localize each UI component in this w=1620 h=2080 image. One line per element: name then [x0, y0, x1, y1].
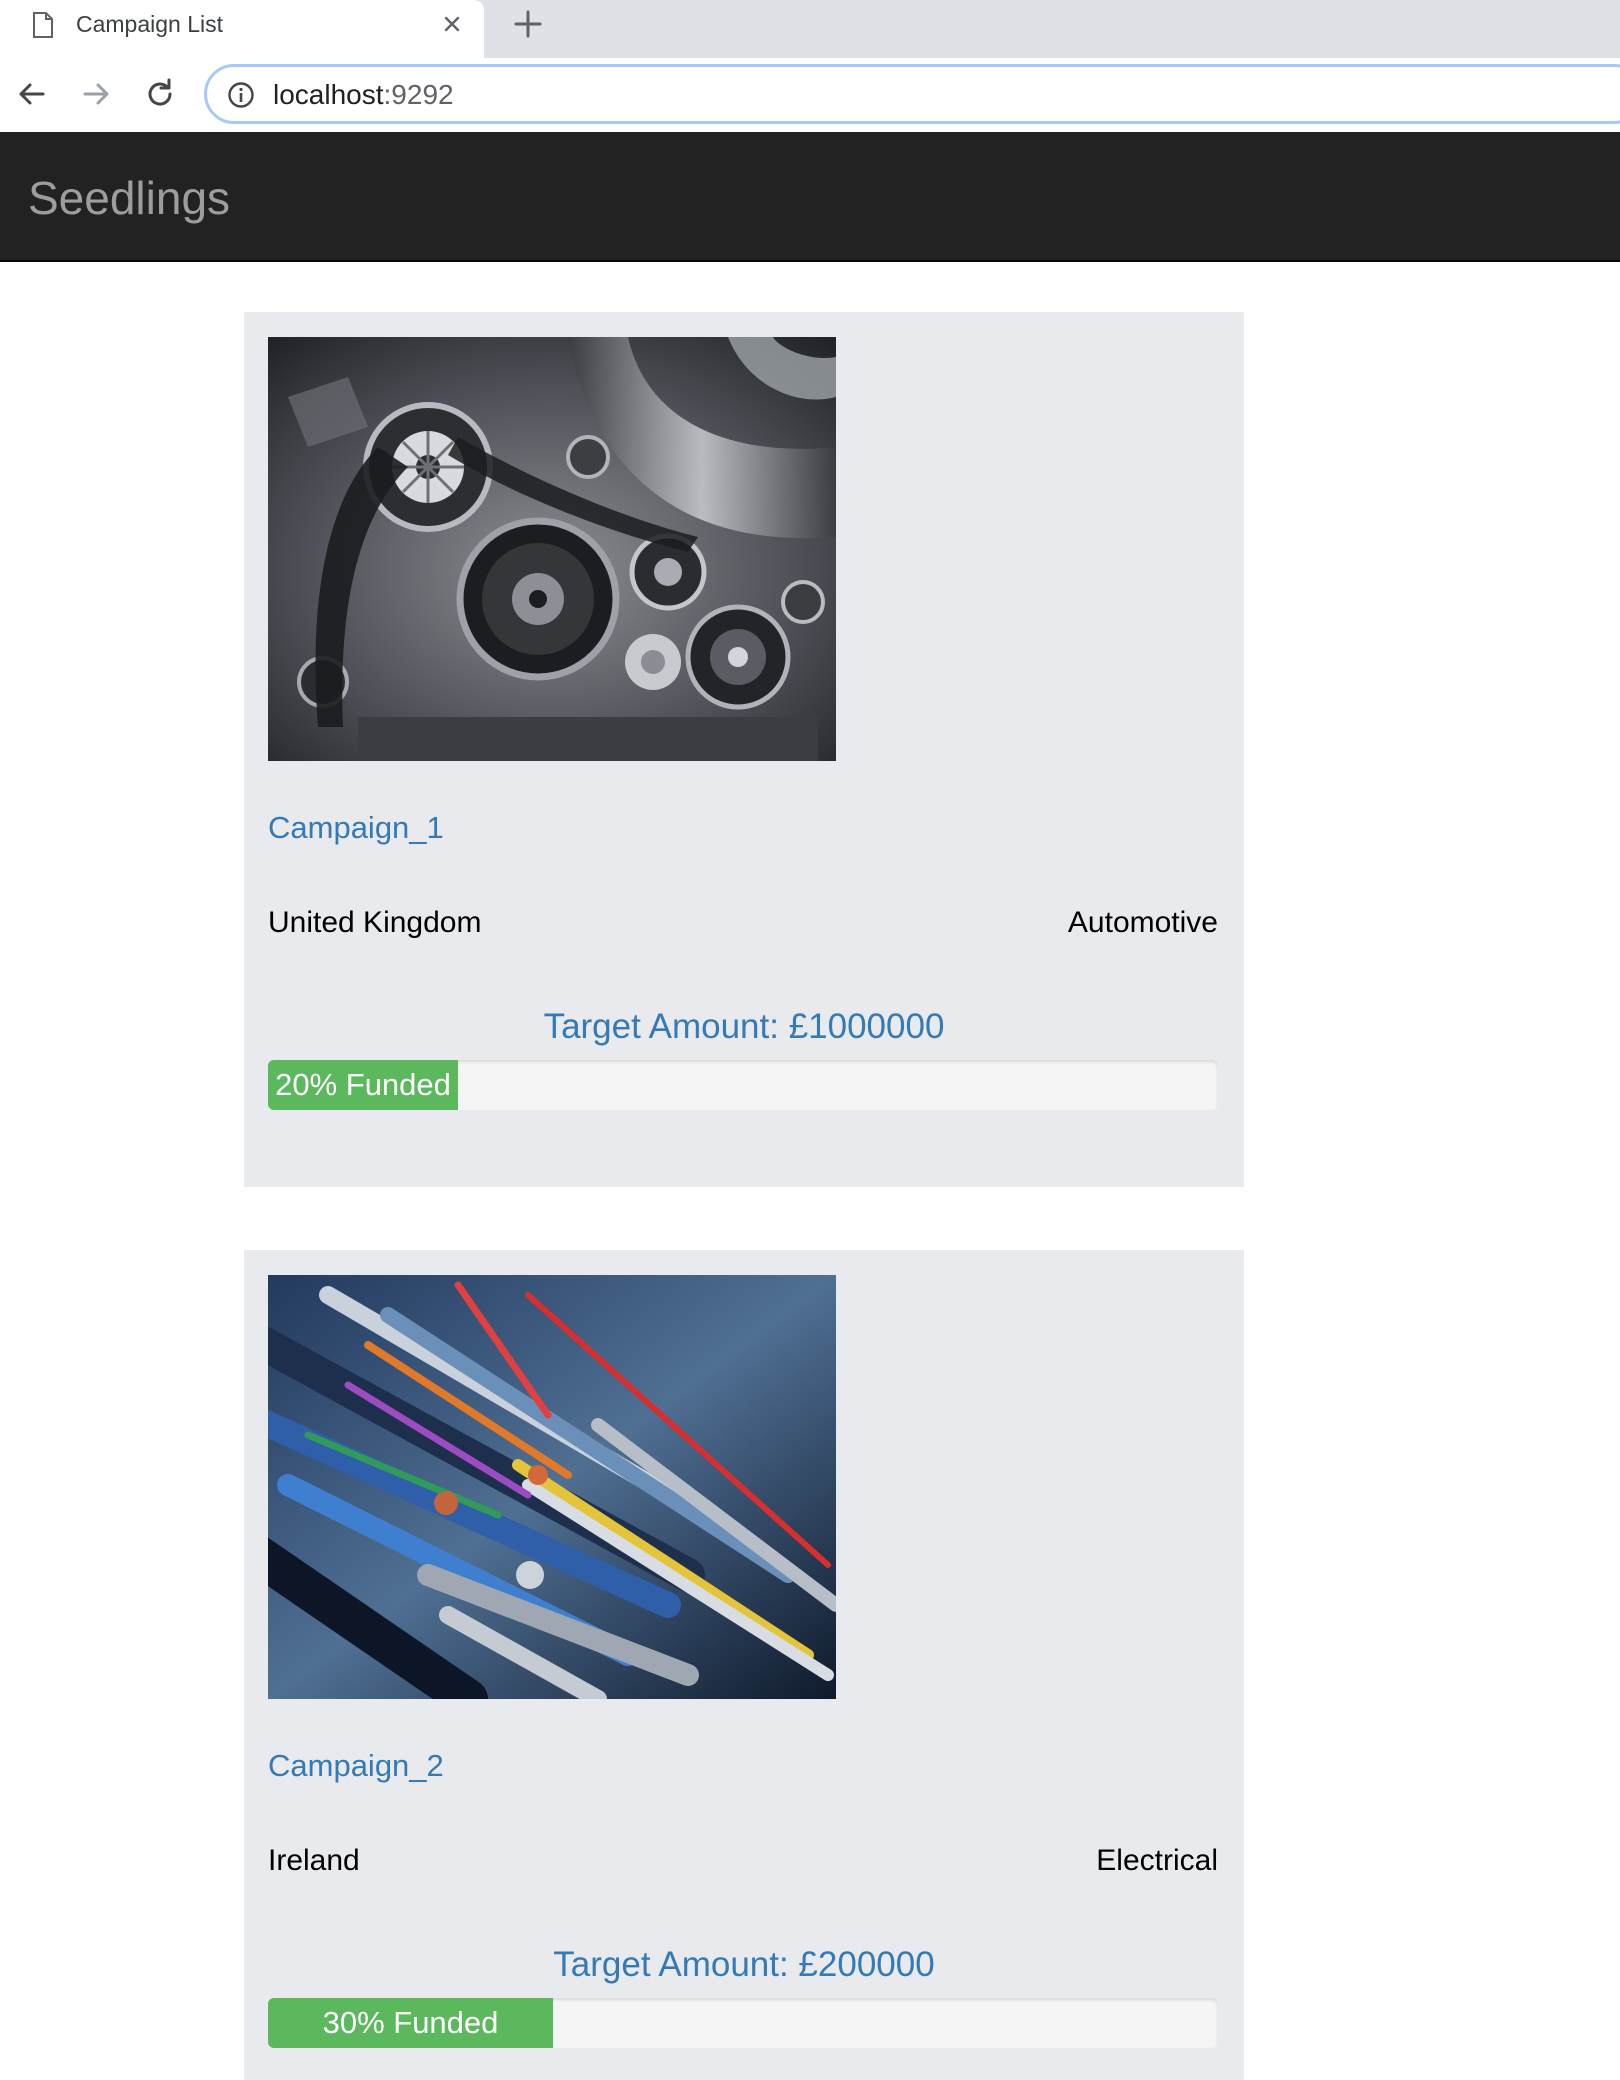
back-arrow-icon[interactable]	[12, 74, 52, 114]
campaign-category: Automotive	[1067, 906, 1218, 939]
target-amount: Target Amount: £1000000	[543, 1007, 945, 1046]
url-text: localhost:9292	[273, 79, 454, 111]
campaign-card: Campaign_1 United Kingdom Automotive Tar…	[244, 312, 1244, 1187]
funding-progress-bar: 30% Funded	[268, 1998, 553, 2048]
reload-icon[interactable]	[140, 74, 180, 114]
browser-toolbar: localhost:9292	[0, 58, 1620, 132]
funding-progress: 30% Funded	[268, 1998, 1218, 2048]
campaign-name-link[interactable]: Campaign_1	[268, 810, 444, 846]
brand-link[interactable]: Seedlings	[28, 172, 230, 224]
funding-progress-bar: 20% Funded	[268, 1060, 458, 1110]
app-navbar: Seedlings	[0, 132, 1620, 262]
cables-image	[268, 1275, 836, 1699]
engine-image	[268, 337, 836, 761]
new-tab-icon[interactable]	[510, 6, 546, 42]
forward-arrow-icon[interactable]	[76, 74, 116, 114]
campaign-category: Electrical	[1096, 1844, 1218, 1877]
browser-tab-strip: Campaign List	[0, 0, 1620, 58]
browser-tab-campaign-list[interactable]: Campaign List	[0, 0, 484, 58]
funding-progress: 20% Funded	[268, 1060, 1218, 1110]
campaign-name-link[interactable]: Campaign_2	[268, 1748, 444, 1784]
page-icon	[32, 12, 54, 38]
target-amount: Target Amount: £200000	[553, 1945, 935, 1984]
campaign-card: Campaign_2 Ireland Electrical Target Amo…	[244, 1250, 1244, 2080]
tab-title: Campaign List	[76, 11, 224, 37]
url-host: localhost	[273, 79, 384, 110]
campaign-country: Ireland	[268, 1844, 360, 1877]
url-port: :9292	[383, 79, 454, 110]
address-bar[interactable]: localhost:9292	[204, 64, 1620, 124]
info-icon[interactable]	[227, 81, 255, 109]
campaign-country: United Kingdom	[268, 906, 482, 939]
close-icon[interactable]	[438, 10, 466, 38]
